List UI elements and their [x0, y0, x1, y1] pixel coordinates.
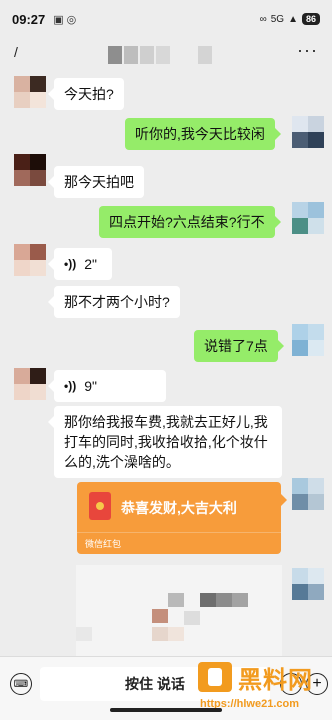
pixel-block: [152, 627, 168, 641]
message-bubble-incoming[interactable]: 那今天拍吧: [48, 166, 144, 198]
chat-area[interactable]: 今天拍? 听你的,我今天比较闲 那今天拍吧 四点开始?六点结束?行不 •)) 2…: [0, 72, 332, 656]
pixel-block: [232, 593, 248, 607]
red-packet-text: 恭喜发财,大吉大利: [121, 500, 237, 516]
avatar[interactable]: [292, 116, 324, 148]
status-time: 09:27: [12, 11, 46, 27]
voice-message[interactable]: •)) 2": [48, 248, 112, 280]
image-message-pixelated[interactable]: [76, 565, 282, 656]
message-bubble-outgoing[interactable]: 听你的,我今天比较闲: [125, 118, 281, 150]
red-packet-footer: 微信红包: [77, 532, 281, 554]
pixel-block: [168, 593, 184, 607]
pixel-block: [200, 593, 216, 607]
back-icon[interactable]: /: [14, 44, 18, 60]
avatar[interactable]: [292, 478, 324, 510]
pixel-block: [168, 627, 184, 641]
watermark-name: 黑料网: [238, 667, 313, 694]
voice-wave-icon: •)): [64, 257, 77, 271]
pixel-block: [76, 565, 282, 656]
pixel-block: [216, 593, 232, 607]
status-right: ∞ 5G ▲ 86: [260, 13, 320, 25]
message-text: 说错了7点: [204, 338, 268, 354]
voice-duration: 2": [84, 256, 97, 272]
network-label: 5G: [270, 13, 285, 25]
chat-title-blurred: [124, 46, 138, 64]
avatar[interactable]: [14, 244, 46, 276]
red-packet-message[interactable]: 恭喜发财,大吉大利 微信红包: [77, 482, 287, 554]
message-text: 那你给我报车费,我就去正好儿,我打车的同时,我收拾收拾,化个妆什么的,洗个澡啥的…: [64, 414, 268, 470]
chat-title-blurred: [156, 46, 170, 64]
message-text: 那不才两个小时?: [64, 294, 170, 310]
message-text: 那今天拍吧: [64, 174, 134, 190]
message-text: 听你的,我今天比较闲: [135, 126, 265, 142]
message-text: 四点开始?六点结束?行不: [109, 214, 265, 230]
message-bubble-outgoing[interactable]: 说错了7点: [194, 330, 284, 362]
home-indicator: [110, 708, 222, 712]
chat-header: / ···: [0, 38, 332, 72]
keyboard-icon[interactable]: ⌨: [10, 673, 32, 695]
message-bubble-outgoing[interactable]: 四点开始?六点结束?行不: [99, 206, 281, 238]
voice-message[interactable]: •)) 9": [48, 370, 166, 402]
chat-title-blurred: [198, 46, 212, 64]
wifi-icon: ▲: [288, 13, 298, 25]
watermark-logo-icon: [198, 662, 232, 692]
chat-title-blurred: [108, 46, 122, 64]
avatar[interactable]: [292, 202, 324, 234]
notification-icons: ▣◎: [53, 13, 80, 26]
message-bubble-incoming[interactable]: 今天拍?: [48, 78, 124, 110]
pixel-block: [152, 609, 168, 623]
avatar[interactable]: [292, 324, 324, 356]
avatar[interactable]: [14, 154, 46, 186]
avatar[interactable]: [14, 368, 46, 400]
more-icon[interactable]: ···: [297, 40, 318, 61]
message-bubble-incoming[interactable]: 那你给我报车费,我就去正好儿,我打车的同时,我收拾收拾,化个妆什么的,洗个澡啥的…: [48, 406, 282, 478]
message-text: 今天拍?: [64, 86, 114, 102]
avatar[interactable]: [292, 568, 324, 600]
message-bubble-incoming[interactable]: 那不才两个小时?: [48, 286, 180, 318]
avatar[interactable]: [14, 76, 46, 108]
signal-icon: ∞: [259, 13, 267, 25]
voice-duration: 9": [84, 378, 97, 394]
pixel-block: [76, 627, 92, 641]
battery-icon: 86: [301, 13, 320, 25]
chat-title-blurred: [140, 46, 154, 64]
voice-wave-icon: •)): [64, 379, 77, 393]
status-bar: 09:27 ▣◎ ∞ 5G ▲ 86: [0, 0, 332, 38]
pixel-block: [184, 611, 200, 625]
red-packet-icon: [89, 492, 111, 520]
